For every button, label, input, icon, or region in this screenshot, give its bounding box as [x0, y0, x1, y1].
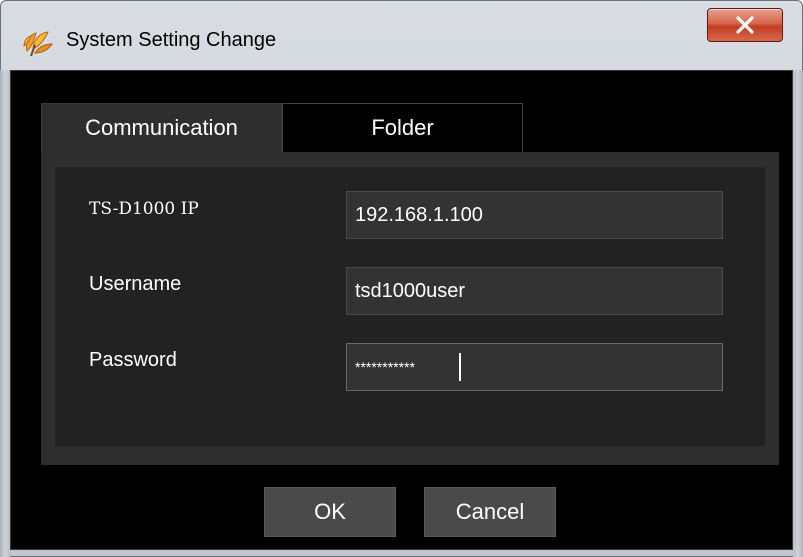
tab-strip: Communication Folder — [41, 103, 524, 152]
communication-panel: TS-D1000 IP Username Password — [41, 152, 779, 465]
dialog-client-area: Communication Folder TS-D1000 IP Usernam… — [10, 70, 793, 550]
close-icon — [735, 16, 755, 34]
password-field[interactable] — [346, 343, 723, 391]
leaf-icon — [21, 27, 55, 57]
close-button[interactable] — [707, 8, 783, 42]
cancel-button[interactable]: Cancel — [424, 487, 556, 537]
window-title: System Setting Change — [66, 29, 277, 51]
window-border-right — [793, 70, 803, 557]
ip-label: TS-D1000 IP — [89, 199, 199, 219]
communication-form: TS-D1000 IP Username Password — [55, 167, 765, 446]
title-bar[interactable]: System Setting Change — [0, 0, 803, 70]
username-label: Username — [89, 273, 182, 295]
text-caret — [459, 353, 461, 381]
username-field[interactable] — [346, 267, 723, 315]
system-setting-dialog: System Setting Change Communication Fold… — [0, 0, 803, 557]
tab-folder[interactable]: Folder — [282, 103, 523, 152]
ok-button[interactable]: OK — [264, 487, 396, 537]
password-label: Password — [89, 349, 177, 371]
window-border-left — [0, 70, 10, 557]
tab-communication[interactable]: Communication — [41, 103, 282, 152]
ip-field[interactable] — [346, 191, 723, 239]
